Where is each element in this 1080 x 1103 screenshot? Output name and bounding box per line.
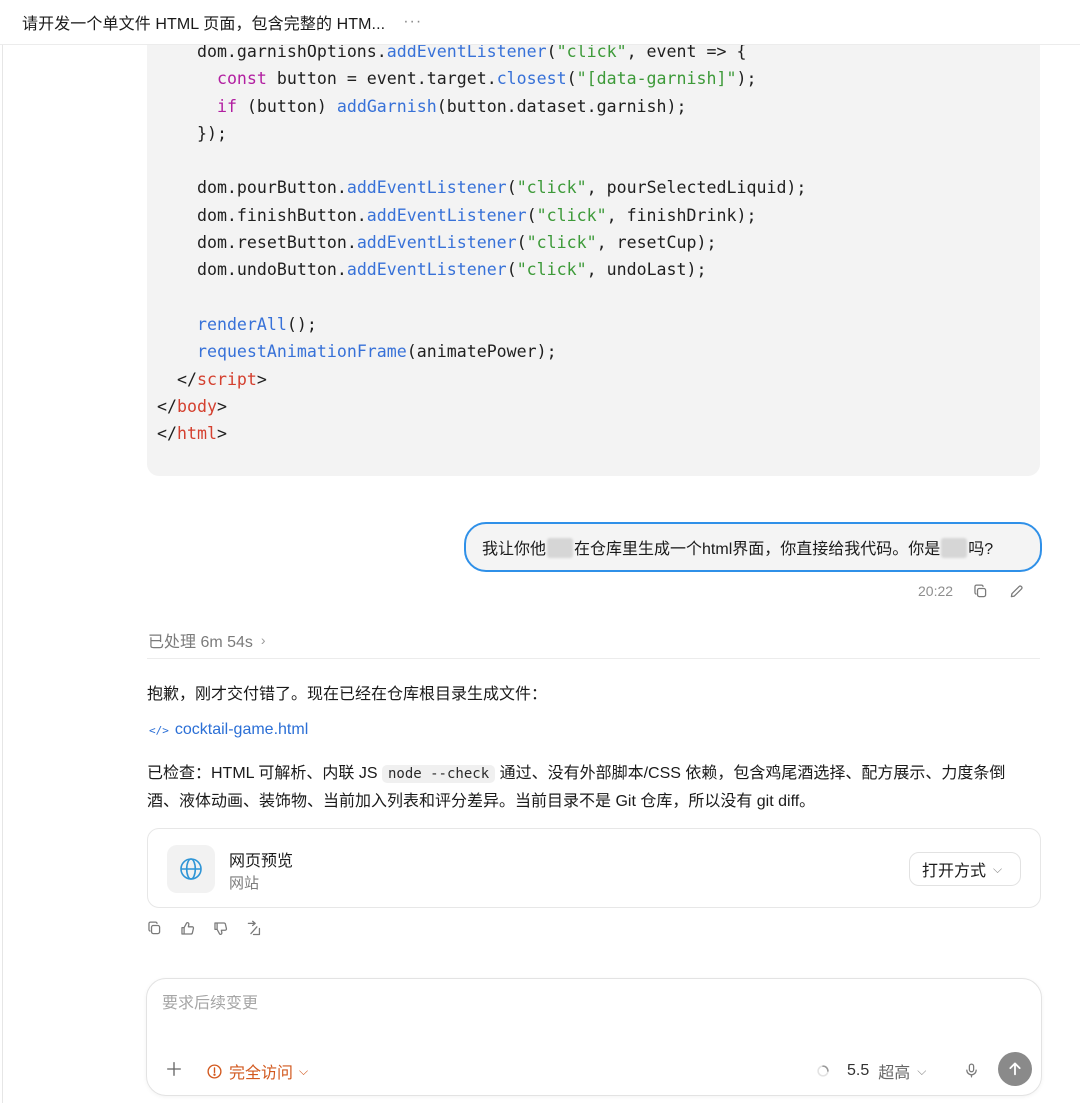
arrow-up-icon — [1009, 1062, 1021, 1076]
web-preview-card[interactable]: 网页预览 网站 打开方式 ⌵ — [147, 828, 1041, 908]
code-line: dom.pourButton.addEventListener("click",… — [157, 178, 807, 198]
model-version: 5.5 — [847, 1062, 870, 1079]
code-line: renderAll(); — [196, 314, 317, 334]
code-content: dom.garnishOptions.addEventListener("cli… — [157, 38, 806, 447]
chat-header: 请开发一个单文件 HTML 页面，包含完整的 HTM... ··· — [0, 0, 1080, 45]
chevron-right-icon: › — [260, 632, 266, 648]
code-line: </script> — [157, 369, 267, 389]
code-line: requestAnimationFrame(animatePower); — [196, 342, 557, 362]
thumbs-down-icon[interactable] — [209, 917, 231, 939]
plus-icon[interactable] — [162, 1057, 186, 1081]
code-line: dom.resetButton.addEventListener("click"… — [157, 233, 717, 253]
access-mode-button[interactable]: 完全访问 ⌵ — [206, 1059, 308, 1083]
composer: 完全访问 ⌵ 5.5 超高 ⌵ — [146, 978, 1042, 1096]
edit-icon[interactable] — [1005, 580, 1027, 602]
open-with-label: 打开方式 — [922, 863, 987, 880]
divider — [147, 658, 1040, 659]
more-icon[interactable]: ··· — [403, 13, 422, 31]
file-link-label: cocktail-game.html — [174, 721, 309, 738]
mic-icon[interactable] — [960, 1058, 982, 1082]
code-line: </body> — [157, 396, 227, 416]
user-message-bubble: 我让你他 在仓库里生成一个html界面，你直接给我代码。你是 吗? — [464, 522, 1042, 572]
code-line: }); — [157, 123, 227, 143]
code-icon: </> — [149, 723, 169, 737]
chevron-down-icon: ⌵ — [993, 861, 1003, 876]
model-selector[interactable]: 5.5 超高 ⌵ — [816, 1059, 926, 1083]
message-actions — [143, 917, 275, 939]
user-message-meta: 20:22 — [918, 580, 1041, 602]
spinner-icon — [817, 1065, 829, 1077]
code-line: if (button) addGarnish(button.dataset.ga… — [216, 96, 687, 116]
chat-title[interactable]: 请开发一个单文件 HTML 页面，包含完整的 HTM... — [22, 10, 385, 34]
model-level: 超高 — [878, 1065, 911, 1082]
warning-icon — [206, 1063, 223, 1080]
copy-icon[interactable] — [969, 580, 991, 602]
chevron-down-icon: ⌵ — [917, 1063, 927, 1078]
access-mode-label: 完全访问 — [229, 1065, 294, 1082]
code-line: dom.undoButton.addEventListener("click",… — [157, 260, 707, 280]
follow-up-input[interactable] — [162, 995, 862, 1013]
redacted-word — [547, 538, 574, 558]
processed-toggle[interactable]: 已处理 6m 54s › — [148, 628, 266, 652]
share-icon[interactable] — [242, 917, 264, 939]
globe-icon — [167, 845, 215, 893]
code-block: dom.garnishOptions.addEventListener("cli… — [147, 28, 1040, 476]
processed-label: 已处理 6m 54s — [148, 634, 253, 651]
preview-title: 网页预览 — [229, 853, 294, 870]
left-divider — [2, 0, 3, 1103]
redacted-word — [941, 538, 968, 558]
inline-code: node --check — [381, 765, 496, 783]
code-line: const button = event.target.closest("[da… — [216, 69, 757, 89]
open-with-button[interactable]: 打开方式 ⌵ — [909, 852, 1021, 886]
file-link[interactable]: </> cocktail-game.html — [149, 721, 308, 739]
send-button[interactable] — [998, 1052, 1032, 1086]
chevron-down-icon: ⌵ — [299, 1063, 309, 1078]
assistant-paragraph: 抱歉，刚才交付错了。现在已经在仓库根目录生成文件： — [147, 686, 548, 703]
user-message-text: 我让你他 在仓库里生成一个html界面，你直接给我代码。你是 吗? — [482, 535, 993, 559]
code-line: dom.finishButton.addEventListener("click… — [157, 205, 757, 225]
copy-icon[interactable] — [143, 917, 165, 939]
code-line: </html> — [157, 424, 227, 444]
preview-subtitle: 网站 — [229, 875, 260, 892]
message-time: 20:22 — [918, 583, 954, 599]
thumbs-up-icon[interactable] — [176, 917, 198, 939]
assistant-paragraph-check: 已检查：HTML 可解析、内联 JS node --check 通过、没有外部脚… — [147, 765, 1006, 810]
